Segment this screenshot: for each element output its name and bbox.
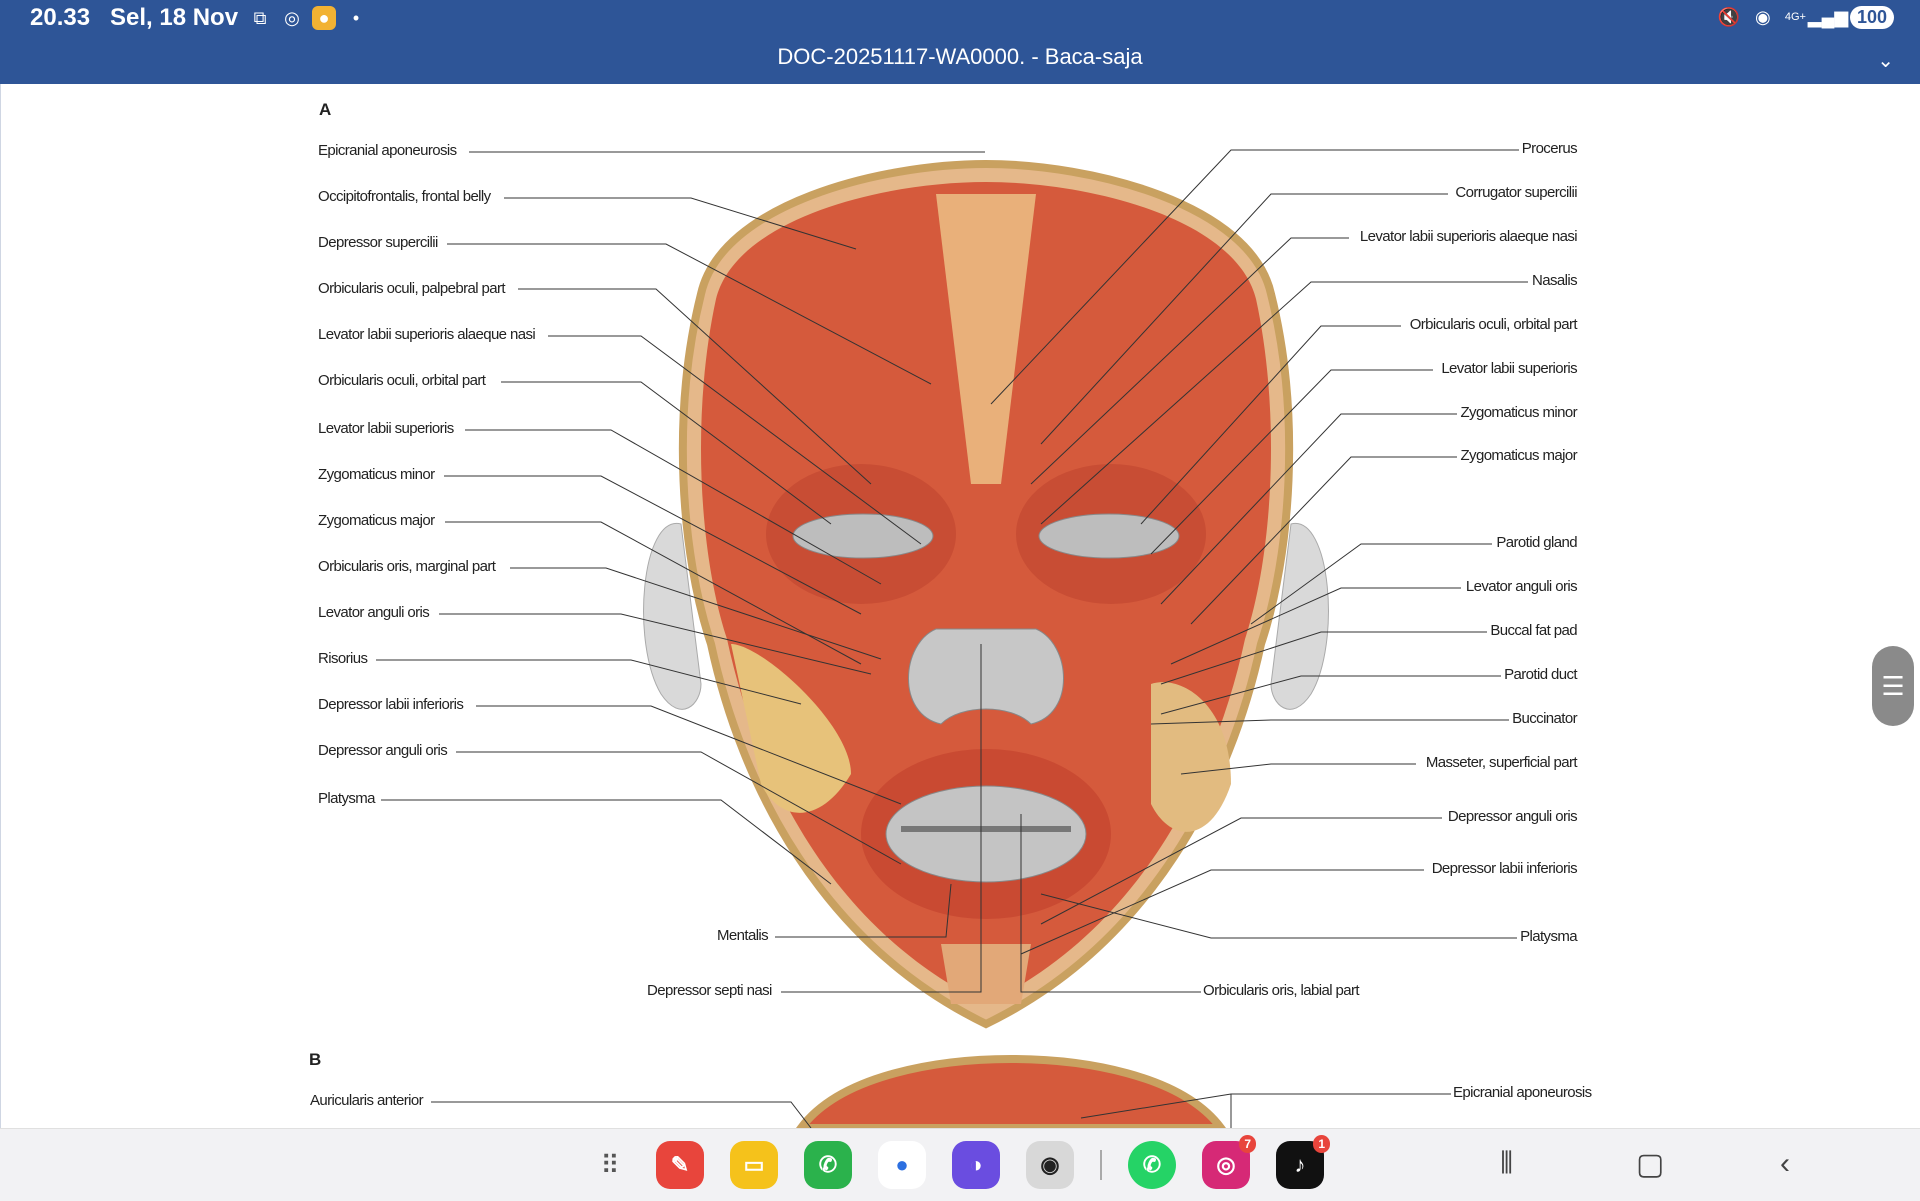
label-right: Nasalis [1532,272,1578,289]
dock-divider [1100,1150,1102,1180]
label-left: Orbicularis oculi, palpebral part [318,280,506,297]
hotspot-icon: ◉ [1754,6,1771,27]
label-left: Levator labii superioris alaeque nasi [318,326,536,343]
app-notification-icon: ● [312,6,336,30]
recent-apps-button[interactable]: ⦀ [1500,1147,1513,1181]
label-left: Depressor labii inferioris [318,696,464,713]
label-left: Levator labii superioris [318,420,454,437]
phone-app-icon[interactable]: ✆ [804,1141,852,1189]
label-left: Orbicularis oris, marginal part [318,558,496,575]
label-right: Depressor anguli oris [1447,808,1578,825]
app-dock: ⠿ ✎ ▭ ✆ ● ◑ ◉ ✆ ◎ 7 ♪ 1 [590,1135,1330,1189]
label-left: Occipitofrontalis, frontal belly [318,188,491,205]
label-right: Parotid gland [1496,534,1577,551]
instagram-notification-icon: ◎ [284,7,300,28]
document-viewer[interactable]: A Epicranial aponeurosis Occipitofrontal… [0,84,1920,1128]
notification-badge: 1 [1313,1135,1330,1153]
left-eye [792,513,934,559]
screenshot-icon: ⧉ [253,7,267,28]
panel-b-label: B [309,1050,322,1069]
panel-b-head [796,1054,1226,1128]
chin [941,944,1031,1004]
label-epicranial-b: Epicranial aponeurosis [1453,1084,1592,1101]
label-right: Depressor labii inferioris [1431,860,1578,877]
back-button[interactable]: ‹ [1780,1147,1790,1181]
label-left: Risorius [318,650,368,667]
label-right: Platysma [1520,928,1577,945]
right-eye [1038,513,1180,559]
chevron-down-icon[interactable]: ⌄ [1877,48,1894,73]
label-right: Levator labii superioris alaeque nasi [1359,228,1578,245]
navigation-bar: ⠿ ✎ ▭ ✆ ● ◑ ◉ ✆ ◎ 7 ♪ 1 ⦀ ▢ ‹ [0,1128,1920,1201]
label-left: Epicranial aponeurosis [318,142,457,159]
label-right: Orbicularis oculi, orbital part [1409,316,1578,333]
battery-indicator: 100 [1849,5,1894,29]
messages-app-icon[interactable]: ● [878,1141,926,1189]
label-auricularis-anterior: Auricularis anterior [310,1092,424,1109]
label-right: Zygomaticus major [1460,447,1577,464]
label-right: Levator anguli oris [1465,578,1578,595]
tiktok-app-icon[interactable]: ♪ 1 [1276,1135,1330,1189]
label-mentalis: Mentalis [717,927,769,944]
label-right: Parotid duct [1504,666,1577,683]
files-app-icon[interactable]: ▭ [730,1141,778,1189]
mute-icon: 🔇 [1717,6,1741,27]
status-bar: 20.33 Sel, 18 Nov ⧉ ◎ ● • 🔇 ◉ 4G+ ▂▄▆ 10… [0,0,1920,84]
app-drawer-icon[interactable]: ⠿ [590,1150,630,1181]
label-left: Platysma [318,790,375,807]
notes-app-icon[interactable]: ✎ [656,1141,704,1189]
label-right: Corrugator supercilii [1455,184,1577,201]
browser-app-icon[interactable]: ◑ [952,1141,1000,1189]
anatomy-illustration [376,149,1528,1128]
notification-badge: 7 [1239,1135,1256,1153]
edge-panel-handle[interactable]: ☰ [1872,646,1914,726]
label-left: Levator anguli oris [318,604,430,621]
label-right: Buccinator [1512,710,1577,727]
panel-a-label: A [319,100,332,119]
notification-icons: ⧉ ◎ ● • [248,6,368,30]
label-left: Depressor anguli oris [318,742,448,759]
label-depressor-septi: Depressor septi nasi [647,982,772,999]
label-left: Depressor supercilii [318,234,438,251]
instagram-app-icon[interactable]: ◎ 7 [1202,1135,1256,1189]
label-right: Levator labii superioris [1441,360,1577,377]
whatsapp-app-icon[interactable]: ✆ [1128,1141,1176,1189]
label-right: Procerus [1521,140,1578,157]
label-right: Zygomaticus minor [1460,404,1577,421]
label-left: Zygomaticus major [318,512,435,529]
camera-app-icon[interactable]: ◉ [1026,1141,1074,1189]
network-type: 4G+ [1784,11,1806,23]
label-right: Buccal fat pad [1490,622,1577,639]
document-title: DOC-20251117-WA0000. - Baca-saja [777,44,1143,69]
home-button[interactable]: ▢ [1636,1147,1664,1182]
label-left: Zygomaticus minor [318,466,435,483]
label-left: Orbicularis oculi, orbital part [318,372,486,389]
signal-icon: ▂▄▆ [1807,6,1849,27]
system-icons: 🔇 ◉ 4G+ ▂▄▆ 100 [1717,5,1894,29]
label-right: Masseter, superficial part [1425,754,1578,771]
more-notifications-icon: • [352,7,360,28]
status-date: Sel, 18 Nov [110,4,239,31]
label-orbicularis-labial: Orbicularis oris, labial part [1203,982,1360,999]
lips [885,785,1087,883]
status-time: 20.33 [30,4,91,31]
